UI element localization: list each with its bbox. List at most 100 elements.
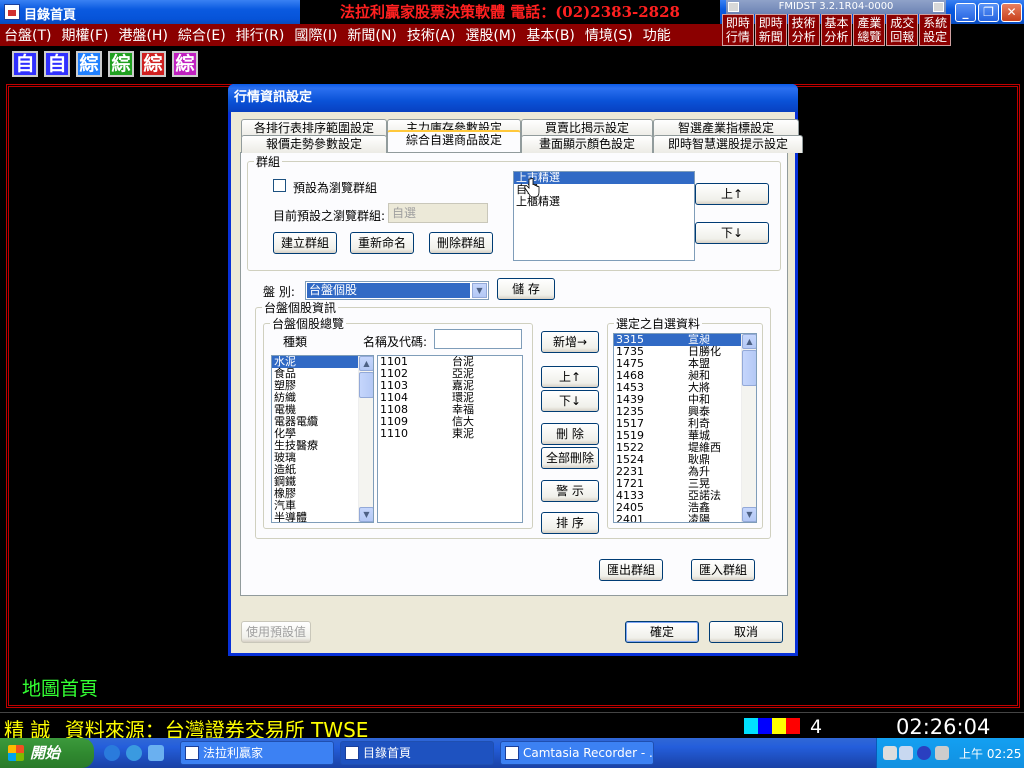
keyboard-icon[interactable] — [883, 746, 897, 760]
rename-group-button[interactable]: 重新命名 — [350, 232, 414, 254]
toolbar-button[interactable]: 綜 — [76, 51, 102, 77]
vertical-scrollbar[interactable]: ▲ ▼ — [358, 356, 373, 522]
taskbar-task[interactable]: 目錄首頁 — [340, 741, 494, 765]
toolbar-button[interactable]: 綜 — [172, 51, 198, 77]
internet-explorer-icon[interactable] — [126, 745, 142, 761]
menu-item[interactable]: 技術(A) — [407, 25, 456, 45]
save-button[interactable]: 儲 存 — [497, 278, 555, 300]
quick-button[interactable]: 技術分析 — [787, 14, 820, 46]
group-list[interactable]: 上市精選自選上櫃精選 — [513, 171, 695, 261]
default-browse-label: 預設為瀏覽群組 — [293, 181, 378, 195]
menu-item[interactable]: 綜合(E) — [178, 25, 226, 45]
item-delete-button[interactable]: 刪 除 — [541, 423, 599, 445]
fmi-minimize-icon[interactable] — [728, 2, 739, 12]
quick-button[interactable]: 即時新聞 — [754, 14, 787, 46]
status-color-block — [758, 718, 772, 734]
scroll-thumb[interactable] — [742, 350, 756, 386]
tab-row2-2[interactable]: 畫面顯示顏色設定 — [521, 135, 653, 153]
window-title: 目錄首頁 — [24, 8, 77, 23]
stock-info-legend: 台盤個股資訊 — [264, 301, 337, 315]
scroll-down-icon[interactable]: ▼ — [742, 507, 756, 522]
menu-item[interactable]: 功能 — [643, 25, 671, 45]
export-group-button[interactable]: 匯出群組 — [599, 559, 663, 581]
bluetooth-icon[interactable] — [917, 746, 931, 760]
quick-button[interactable]: 即時行情 — [722, 14, 754, 46]
taskbar-task[interactable]: Camtasia Recorder - ... — [500, 741, 654, 765]
menu-item[interactable]: 新聞(N) — [347, 25, 396, 45]
stock-list[interactable]: 1101 台泥 1102 亞泥 1103 嘉泥 1104 環泥 1108 幸福 1109 信大 1110… — [377, 355, 523, 523]
selected-stock-list[interactable]: 3315 宣昶 1735 日勝化 1475 本盟 1468 昶和 1453 大將 1439 中和 123… — [613, 333, 757, 523]
taskbar-task[interactable]: 法拉利贏家 — [180, 741, 334, 765]
use-default-button[interactable]: 使用預設值 — [241, 621, 311, 643]
import-group-button[interactable]: 匯入群組 — [691, 559, 755, 581]
media-player-icon[interactable] — [104, 745, 120, 761]
group-list-item[interactable]: 上市精選 — [514, 172, 694, 184]
toolbar-button[interactable]: 綜 — [108, 51, 134, 77]
group-down-button[interactable]: 下↓ — [695, 222, 769, 244]
overview-legend: 台盤個股總覽 — [272, 317, 345, 331]
current-default-field: 自選 — [388, 203, 488, 223]
ok-button[interactable]: 確定 — [625, 621, 699, 643]
current-default-label: 目前預設之瀏覽群組: — [273, 209, 386, 223]
close-button[interactable]: ✕ — [1001, 3, 1022, 22]
task-app-icon — [505, 746, 519, 760]
system-tray: 上午 02:25 — [876, 738, 1024, 768]
name-code-input[interactable] — [434, 329, 522, 349]
menu-item[interactable]: 選股(M) — [465, 25, 516, 45]
menu-item[interactable]: 台盤(T) — [4, 25, 51, 45]
desktop: 目錄首頁 法拉利贏家股票決策軟體 電話：(02)2383-2828 FMIDST… — [0, 0, 1024, 768]
cancel-button[interactable]: 取消 — [709, 621, 783, 643]
scroll-up-icon[interactable]: ▲ — [359, 356, 373, 371]
group-up-button[interactable]: 上↑ — [695, 183, 769, 205]
tab-row2-0[interactable]: 報價走勢參數設定 — [241, 135, 387, 153]
name-code-label: 名稱及代碼: — [363, 335, 428, 349]
maximize-button[interactable]: ❐ — [978, 3, 999, 22]
default-browse-checkbox[interactable] — [273, 179, 286, 192]
menu-item[interactable]: 港盤(H) — [118, 25, 167, 45]
stock-item[interactable]: 1110 東泥 — [378, 428, 522, 440]
item-down-button[interactable]: 下↓ — [541, 390, 599, 412]
scroll-up-icon[interactable]: ▲ — [742, 334, 756, 349]
toolbar-button[interactable]: 綜 — [140, 51, 166, 77]
vertical-scrollbar[interactable]: ▲ ▼ — [741, 334, 756, 522]
category-list[interactable]: 水泥 食品 塑膠 紡織 電機 電器電纜 化學 生技醫療 玻璃 造紙 鋼鐵 橡膠 汽車 半導體 ▲ ▼ — [271, 355, 374, 523]
market-select[interactable]: 台盤個股 ▼ — [305, 281, 489, 300]
quick-button[interactable]: 產業總覽 — [853, 14, 886, 46]
toolbar-button[interactable]: 自 — [12, 51, 38, 77]
stock-code: 1110 — [380, 427, 408, 440]
quick-button[interactable]: 基本分析 — [820, 14, 853, 46]
add-to-selected-button[interactable]: 新增→ — [541, 331, 599, 353]
menu-item[interactable]: 基本(B) — [526, 25, 575, 45]
quick-button[interactable]: 成交回報 — [886, 14, 919, 46]
start-button[interactable]: 開始 — [0, 738, 94, 768]
scroll-down-icon[interactable]: ▼ — [359, 507, 373, 522]
menu-item[interactable]: 情境(S) — [585, 25, 633, 45]
create-group-button[interactable]: 建立群組 — [273, 232, 337, 254]
alert-button[interactable]: 警 示 — [541, 480, 599, 502]
selected-name: 凌陽 — [688, 513, 710, 523]
chevron-down-icon[interactable]: ▼ — [472, 283, 487, 298]
selected-item[interactable]: 2401 凌陽 — [614, 514, 756, 523]
quick-button[interactable]: 系統設定 — [919, 14, 952, 46]
sort-button[interactable]: 排 序 — [541, 512, 599, 534]
toolbar-button[interactable]: 自 — [44, 51, 70, 77]
menu-item[interactable]: 國際(I) — [294, 25, 337, 45]
quick-access-bar: 即時行情 即時新聞 技術分析 基本分析 產業總覽 成交回報 系統設定 — [722, 14, 952, 46]
group-list-item[interactable]: 上櫃精選 — [514, 196, 694, 208]
menu-item[interactable]: 期權(F) — [61, 25, 108, 45]
menu-item[interactable]: 排行(R) — [236, 25, 285, 45]
delete-group-button[interactable]: 刪除群組 — [429, 232, 493, 254]
scroll-thumb[interactable] — [359, 372, 373, 398]
language-icon[interactable] — [899, 746, 913, 760]
item-up-button[interactable]: 上↑ — [541, 366, 599, 388]
market-selected-value: 台盤個股 — [307, 283, 470, 298]
map-home-link[interactable]: 地圖首頁 — [22, 674, 98, 701]
item-delete-all-button[interactable]: 全部刪除 — [541, 447, 599, 469]
show-desktop-icon[interactable] — [148, 745, 164, 761]
volume-icon[interactable] — [935, 746, 949, 760]
tab-row2-3[interactable]: 即時智慧選股提示設定 — [653, 135, 803, 153]
minimize-button[interactable]: _ — [955, 3, 976, 22]
fmi-close-icon[interactable] — [933, 2, 944, 12]
start-label: 開始 — [30, 744, 61, 762]
tab-row2-1[interactable]: 綜合自選商品設定 — [387, 130, 521, 152]
